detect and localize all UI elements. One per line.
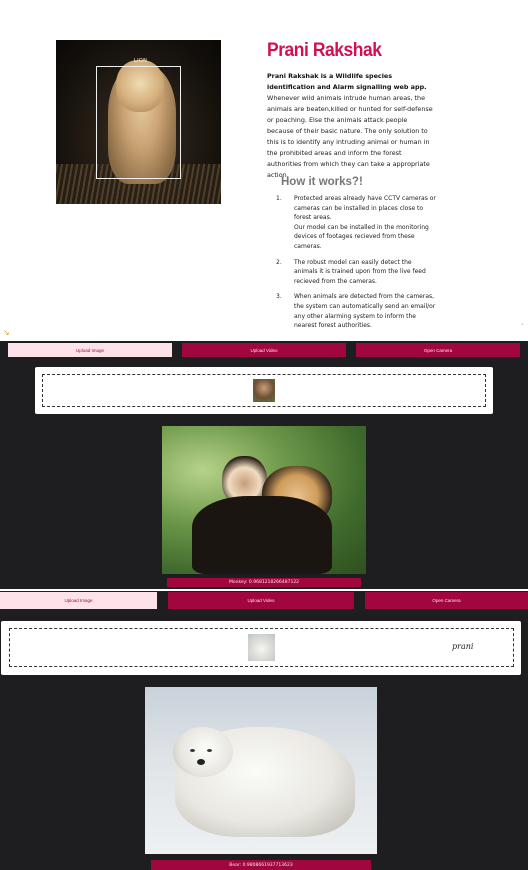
upload-dropzone-card[interactable] [35, 367, 493, 414]
prediction-label: Bear: 0.9808661937713623 [151, 860, 371, 870]
bear-eye-shape [207, 749, 212, 752]
handwritten-note: prani [452, 642, 474, 651]
how-it-works-heading: How it works?! [281, 176, 363, 188]
bear-eye-shape [190, 749, 195, 752]
bear-head-shape [173, 727, 233, 777]
upload-dropzone-card[interactable]: prani [1, 621, 521, 675]
open-camera-button[interactable]: Open Camera [356, 343, 520, 357]
hero-text: Prani Rakshak Prani Rakshak is a Wildlif… [267, 40, 435, 181]
step-number: 2. [276, 258, 282, 266]
intro-bold: Prani Rakshak is a Wildlife species iden… [267, 72, 427, 91]
detection-bounding-box [96, 66, 181, 179]
step-number: 3. [276, 293, 282, 301]
step-item: 1. Protected areas already have CCTV cam… [276, 194, 436, 252]
upload-video-button[interactable]: Upload Video [182, 343, 346, 357]
upload-image-button[interactable]: Upload Image [0, 592, 157, 609]
bear-nose-shape [197, 759, 205, 765]
step-text: When animals are detected from the camer… [294, 293, 436, 330]
monkey-result-image [162, 426, 366, 574]
page-title: Prani Rakshak [267, 40, 382, 61]
open-camera-button[interactable]: Open Camera [365, 592, 528, 609]
lion-detection-image: LION [56, 40, 221, 204]
scroll-marker-icon: • [521, 322, 524, 328]
upload-video-button[interactable]: Upload Video [168, 592, 354, 609]
step-text: Protected areas already have CCTV camera… [294, 195, 436, 250]
cursor-icon: ↘ [3, 328, 10, 337]
uploaded-thumbnail [253, 379, 275, 402]
prediction-label: Monkey: 0.9681218266487122 [167, 578, 361, 587]
detection-label: LION [134, 58, 148, 64]
bear-result-image [145, 687, 377, 854]
intro-paragraph: Whenever wild animals intrude human area… [267, 94, 433, 179]
uploaded-thumbnail [248, 634, 275, 661]
hero-section: LION Prani Rakshak Prani Rakshak is a Wi… [0, 0, 528, 341]
step-text: The robust model can easily detect the a… [294, 258, 426, 285]
section-divider [0, 589, 528, 591]
step-item: 3. When animals are detected from the ca… [276, 292, 436, 330]
monkey-body-shape [192, 496, 332, 574]
step-number: 1. [276, 195, 282, 202]
steps-list: 1. Protected areas already have CCTV cam… [276, 194, 436, 337]
upload-image-button[interactable]: Upload Image [8, 343, 172, 357]
step-item: 2. The robust model can easily detect th… [276, 258, 436, 287]
